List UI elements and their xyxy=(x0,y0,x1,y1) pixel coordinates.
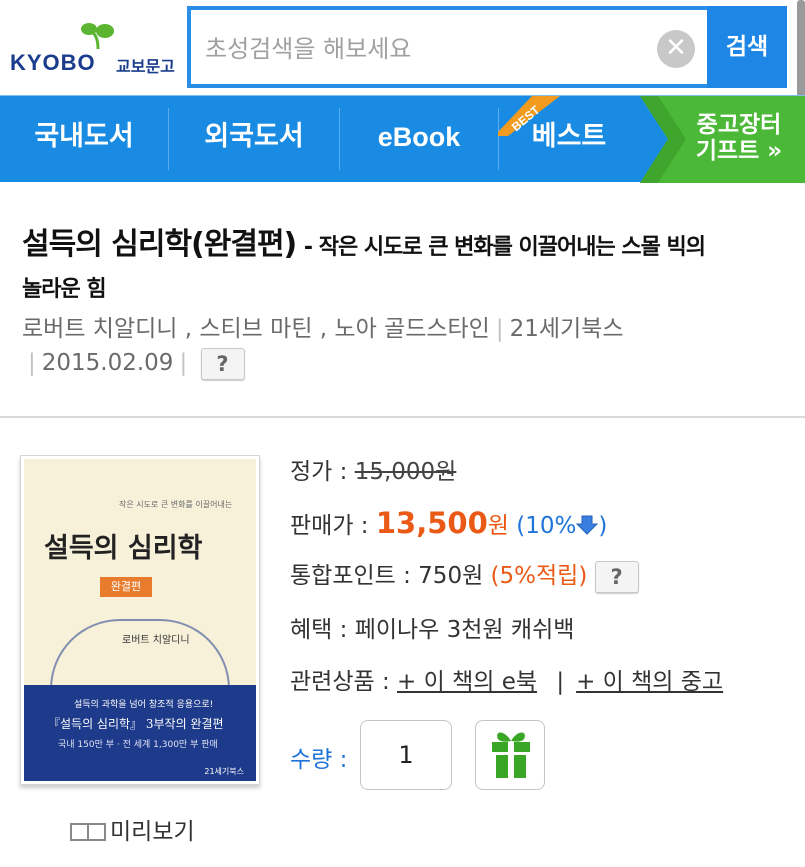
used-market-gift-tab[interactable]: 중고장터 기프트 » xyxy=(640,96,805,183)
meta-separator: | xyxy=(28,350,36,376)
benefit-row: 혜택 : 페이나우 3천원 캐쉬백 xyxy=(290,610,574,644)
book-title: 설득의 심리학(완결편) xyxy=(22,227,297,262)
tab-foreign-books[interactable]: 외국도서 xyxy=(169,96,339,183)
quantity-label: 수량 : xyxy=(290,747,348,773)
book-subtitle: - 작은 시도로 큰 변화를 이끌어내는 스몰 빅의 xyxy=(303,235,706,260)
cover-stamp: 완결편 xyxy=(100,577,152,597)
search-input[interactable] xyxy=(205,32,635,66)
related-label: 관련상품 : xyxy=(290,669,398,695)
benefit-text: 혜택 : 페이나우 3천원 캐쉬백 xyxy=(290,617,575,643)
gift-button[interactable] xyxy=(475,720,545,790)
book-cover-image: 작은 시도로 큰 변화를 이끌어내는 설득의 심리학 완결편 로버트 치알디니 … xyxy=(24,459,256,781)
book-cover[interactable]: 작은 시도로 큰 변화를 이끌어내는 설득의 심리학 완결편 로버트 치알디니 … xyxy=(20,455,260,785)
sale-price: 13,500 xyxy=(375,506,488,540)
meta-separator: | xyxy=(495,316,504,342)
publish-date: 2015.02.09 xyxy=(41,350,174,376)
sale-price-row: 판매가 : 13,500원 (10%) xyxy=(290,506,607,540)
points-row: 통합포인트 : 750원 (5%적립) ? xyxy=(290,556,639,593)
best-badge-icon: BEST xyxy=(498,96,560,136)
points-rate: (5%적립) xyxy=(490,563,588,589)
kyobo-logo[interactable]: KYOBO 교보문고 xyxy=(10,22,180,77)
related-used-link[interactable]: + 이 책의 중고 xyxy=(576,669,723,695)
meta-separator: | xyxy=(179,350,188,376)
search-box: ✕ 검색 xyxy=(187,6,787,88)
used-tab-label: 중고장터 기프트 » xyxy=(695,112,783,164)
discount-close: ) xyxy=(598,513,608,539)
logo-text: KYOBO xyxy=(10,50,96,75)
book-meta: 로버트 치알디니 , 스티브 마틴 , 노아 골드스타인 | 21세기북스 | 201… xyxy=(22,312,792,380)
book-title-area: 설득의 심리학(완결편) - 작은 시도로 큰 변화를 이끌어내는 스몰 빅의 … xyxy=(22,222,792,313)
clear-search-button[interactable]: ✕ xyxy=(657,30,695,68)
cover-small-text: 작은 시도로 큰 변화를 이끌어내는 xyxy=(119,500,233,509)
discount-rate: (10% xyxy=(516,513,577,539)
list-price-label: 정가 : xyxy=(290,459,355,485)
cover-band: 설득의 과학을 넘어 창조적 응용으로! 『설득의 심리학』 3부작의 완결편 … xyxy=(24,685,256,781)
close-icon: ✕ xyxy=(665,33,687,63)
cover-band-line: 국내 150만 부 · 전 세계 1,300만 부 판매 xyxy=(58,740,218,750)
gift-icon xyxy=(492,732,530,778)
book-authors[interactable]: 로버트 치알디니 , 스티브 마틴 , 노아 골드스타인 xyxy=(22,316,490,342)
help-button[interactable]: ? xyxy=(200,347,245,380)
tab-ebook[interactable]: eBook xyxy=(340,96,498,183)
points-help-button[interactable]: ? xyxy=(594,560,639,593)
book-open-icon xyxy=(70,823,106,841)
preview-label: 미리보기 xyxy=(110,819,195,845)
sprout-icon xyxy=(81,23,114,50)
category-nav: 국내도서 외국도서 eBook 베스트 BEST 중고장터 기프트 » xyxy=(0,95,805,183)
cover-author: 로버트 치알디니 xyxy=(122,635,190,646)
preview-button[interactable]: 미리보기 xyxy=(70,812,195,846)
header: KYOBO 교보문고 ✕ 검색 xyxy=(0,0,805,150)
down-arrow-icon xyxy=(576,515,599,535)
cover-publisher: 21세기북스 xyxy=(204,767,244,776)
book-publisher[interactable]: 21세기북스 xyxy=(510,316,624,342)
list-price: 15,000원 xyxy=(354,459,457,485)
logo-text-ko: 교보문고 xyxy=(116,57,175,76)
quantity-input[interactable]: 1 xyxy=(360,720,452,790)
search-button[interactable]: 검색 xyxy=(707,6,787,88)
sale-price-label: 판매가 : xyxy=(290,513,376,539)
cover-illustration xyxy=(50,619,230,689)
book-subtitle-cont: 놀라운 힘 xyxy=(22,277,107,302)
section-divider xyxy=(0,416,805,418)
related-ebook-link[interactable]: + 이 책의 e북 xyxy=(397,669,537,695)
points-label: 통합포인트 : 750원 xyxy=(290,563,491,589)
tab-domestic-books[interactable]: 국내도서 xyxy=(0,96,168,183)
related-separator: | xyxy=(556,669,565,695)
related-products-row: 관련상품 : + 이 책의 e북 | + 이 책의 중고 xyxy=(290,662,723,696)
cover-band-line: 『설득의 심리학』 3부작의 완결편 xyxy=(48,717,224,731)
list-price-row: 정가 : 15,000원 xyxy=(290,452,456,486)
sale-price-unit: 원 xyxy=(487,513,509,539)
cover-title: 설득의 심리학 xyxy=(44,533,203,564)
quantity-row: 수량 : xyxy=(290,740,347,774)
cover-band-line: 설득의 과학을 넘어 창조적 응용으로! xyxy=(74,700,214,710)
